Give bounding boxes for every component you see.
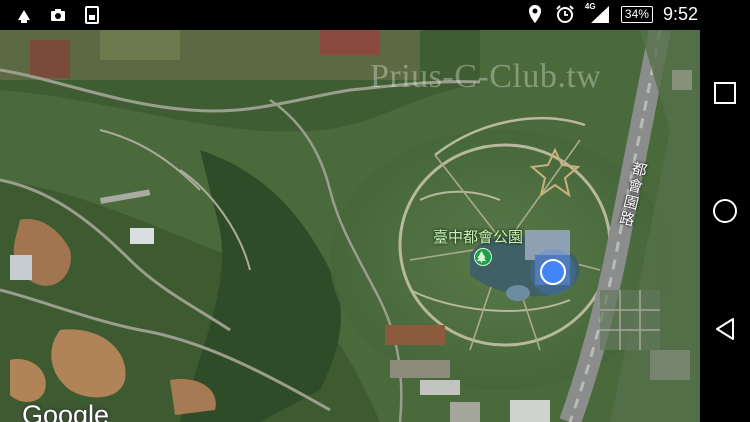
home-icon <box>713 199 737 223</box>
battery-percent: 34% <box>624 6 649 21</box>
park-pin-icon[interactable] <box>474 248 492 266</box>
home-button[interactable] <box>710 196 740 226</box>
navigation-bar <box>700 0 750 422</box>
phone-screen: 4G 34% 9:52 Prius-C-Club.tw 臺中都會公園 都會園路 … <box>0 0 750 422</box>
back-button[interactable] <box>710 314 740 344</box>
google-logo[interactable]: Google <box>22 400 109 422</box>
satellite-map[interactable]: Prius-C-Club.tw 臺中都會公園 都會園路 Google <box>0 30 700 422</box>
recent-apps-icon <box>714 82 736 104</box>
my-location-dot[interactable] <box>540 259 566 285</box>
alarm-icon <box>555 3 575 25</box>
usb-icon <box>14 4 34 26</box>
park-label[interactable]: 臺中都會公園 <box>433 226 523 247</box>
back-icon <box>716 318 734 340</box>
location-icon <box>525 3 545 25</box>
recent-apps-button[interactable] <box>710 78 740 108</box>
watermark-text: Prius-C-Club.tw <box>370 58 602 95</box>
status-bar: 4G 34% 9:52 <box>0 0 750 30</box>
sim-icon <box>82 4 102 26</box>
camera-icon <box>48 4 68 26</box>
clock: 9:52 <box>662 3 698 24</box>
battery-icon: 34% <box>620 5 653 23</box>
signal-icon: 4G <box>584 2 611 25</box>
network-type-label: 4G <box>584 2 596 11</box>
